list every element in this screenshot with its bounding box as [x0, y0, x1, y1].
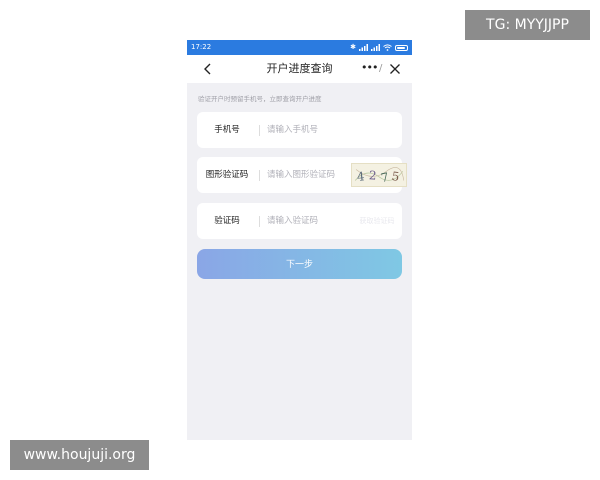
nav-bar: 开户进度查询 ••• / [187, 55, 412, 83]
captcha-input[interactable] [267, 157, 349, 193]
field-divider [259, 216, 260, 227]
phone-input[interactable] [267, 112, 357, 148]
captcha-char: 4 [356, 169, 365, 184]
watermark-bottom: www.houjuji.org [10, 440, 149, 470]
bluetooth-icon: ✱ [350, 43, 356, 51]
sms-field: 验证码 获取验证码 [197, 203, 402, 239]
signal-icon [359, 44, 368, 51]
nav-separator: / [379, 63, 383, 74]
field-divider [259, 125, 260, 136]
phone-screen: 17:22 ✱ 开户进度查询 ••• / 验证开户时预留手机号，立即查询开户进度… [187, 40, 412, 440]
wifi-icon [383, 44, 392, 51]
signal-icon [371, 44, 380, 51]
phone-label: 手机号 [214, 125, 240, 135]
watermark-top: TG: MYYJJPP [465, 10, 590, 40]
send-code-button[interactable]: 获取验证码 [351, 203, 403, 239]
status-icons: ✱ [350, 40, 408, 55]
next-button[interactable]: 下一步 [197, 249, 402, 279]
close-icon[interactable] [389, 63, 401, 75]
page: TG: MYYJJPP www.houjuji.org 17:22 ✱ 开户进度… [0, 0, 600, 480]
sms-input[interactable] [267, 203, 357, 239]
captcha-char: 7 [380, 170, 390, 185]
hint-text: 验证开户时预留手机号，立即查询开户进度 [198, 95, 322, 103]
captcha-char: 2 [368, 168, 377, 183]
status-bar: 17:22 ✱ [187, 40, 412, 55]
captcha-image[interactable]: 4 2 7 5 [351, 163, 407, 187]
field-divider [259, 170, 260, 181]
status-time: 17:22 [191, 43, 212, 51]
captcha-field: 图形验证码 4 2 7 5 [197, 157, 407, 193]
sms-label: 验证码 [214, 216, 240, 226]
battery-icon [395, 44, 408, 51]
captcha-label: 图形验证码 [205, 170, 249, 180]
battery-level [397, 46, 405, 49]
phone-field: 手机号 [197, 112, 402, 148]
captcha-char: 5 [391, 169, 400, 184]
more-icon[interactable]: ••• [361, 55, 378, 81]
